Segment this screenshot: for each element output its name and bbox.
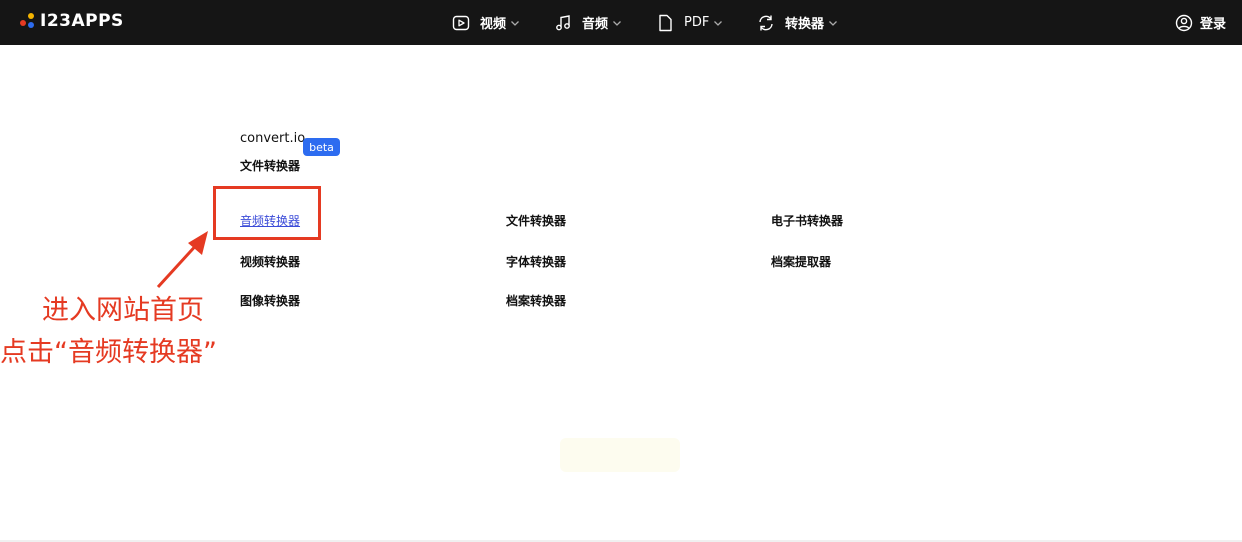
nav-item-audio[interactable]: 音频: [553, 0, 622, 45]
link-video-converter[interactable]: 视频转换器: [240, 253, 300, 270]
link-image-converter[interactable]: 图像转换器: [240, 292, 300, 309]
nav-item-pdf[interactable]: PDF: [655, 0, 723, 45]
top-navbar: I23APPS 视频 音频 PDF 转换器 登录: [0, 0, 1242, 45]
logo[interactable]: I23APPS: [18, 9, 124, 33]
annotation-line-2: 点击“音频转换器”: [0, 337, 217, 368]
page-subtitle: 文件转换器: [240, 159, 301, 173]
convert-icon: [756, 13, 776, 33]
nav-label-audio: 音频: [582, 17, 609, 32]
chevron-down-icon: [829, 20, 837, 26]
link-font-converter[interactable]: 字体转换器: [506, 253, 566, 270]
login-label: 登录: [1199, 17, 1226, 32]
user-icon: [1175, 14, 1193, 31]
link-file-converter[interactable]: 文件转换器: [506, 212, 566, 229]
login-button[interactable]: 登录: [1175, 0, 1226, 45]
link-ebook-converter[interactable]: 电子书转换器: [771, 212, 843, 229]
brand-name: convert.io: [240, 131, 306, 146]
video-icon: [451, 13, 471, 33]
annotation-highlight-box: [213, 186, 321, 240]
beta-badge: beta: [303, 138, 340, 156]
logo-text: I23APPS: [40, 11, 124, 31]
annotation-line-1: 进入网站首页: [42, 295, 204, 326]
link-archive-extractor[interactable]: 档案提取器: [771, 253, 831, 270]
chevron-down-icon: [714, 20, 723, 26]
logo-dots-icon: [18, 11, 36, 31]
faded-button: [560, 438, 680, 472]
nav-item-converter[interactable]: 转换器: [756, 0, 838, 45]
nav-label-pdf: PDF: [684, 15, 710, 30]
nav-label-video: 视频: [480, 17, 507, 32]
link-archive-converter[interactable]: 档案转换器: [506, 292, 566, 309]
annotation-arrow-icon: [156, 231, 208, 289]
chevron-down-icon: [613, 20, 621, 26]
nav-item-video[interactable]: 视频: [451, 0, 520, 45]
music-note-icon: [553, 13, 573, 33]
nav-label-converter: 转换器: [785, 17, 825, 32]
chevron-down-icon: [511, 20, 519, 26]
document-icon: [655, 13, 675, 33]
